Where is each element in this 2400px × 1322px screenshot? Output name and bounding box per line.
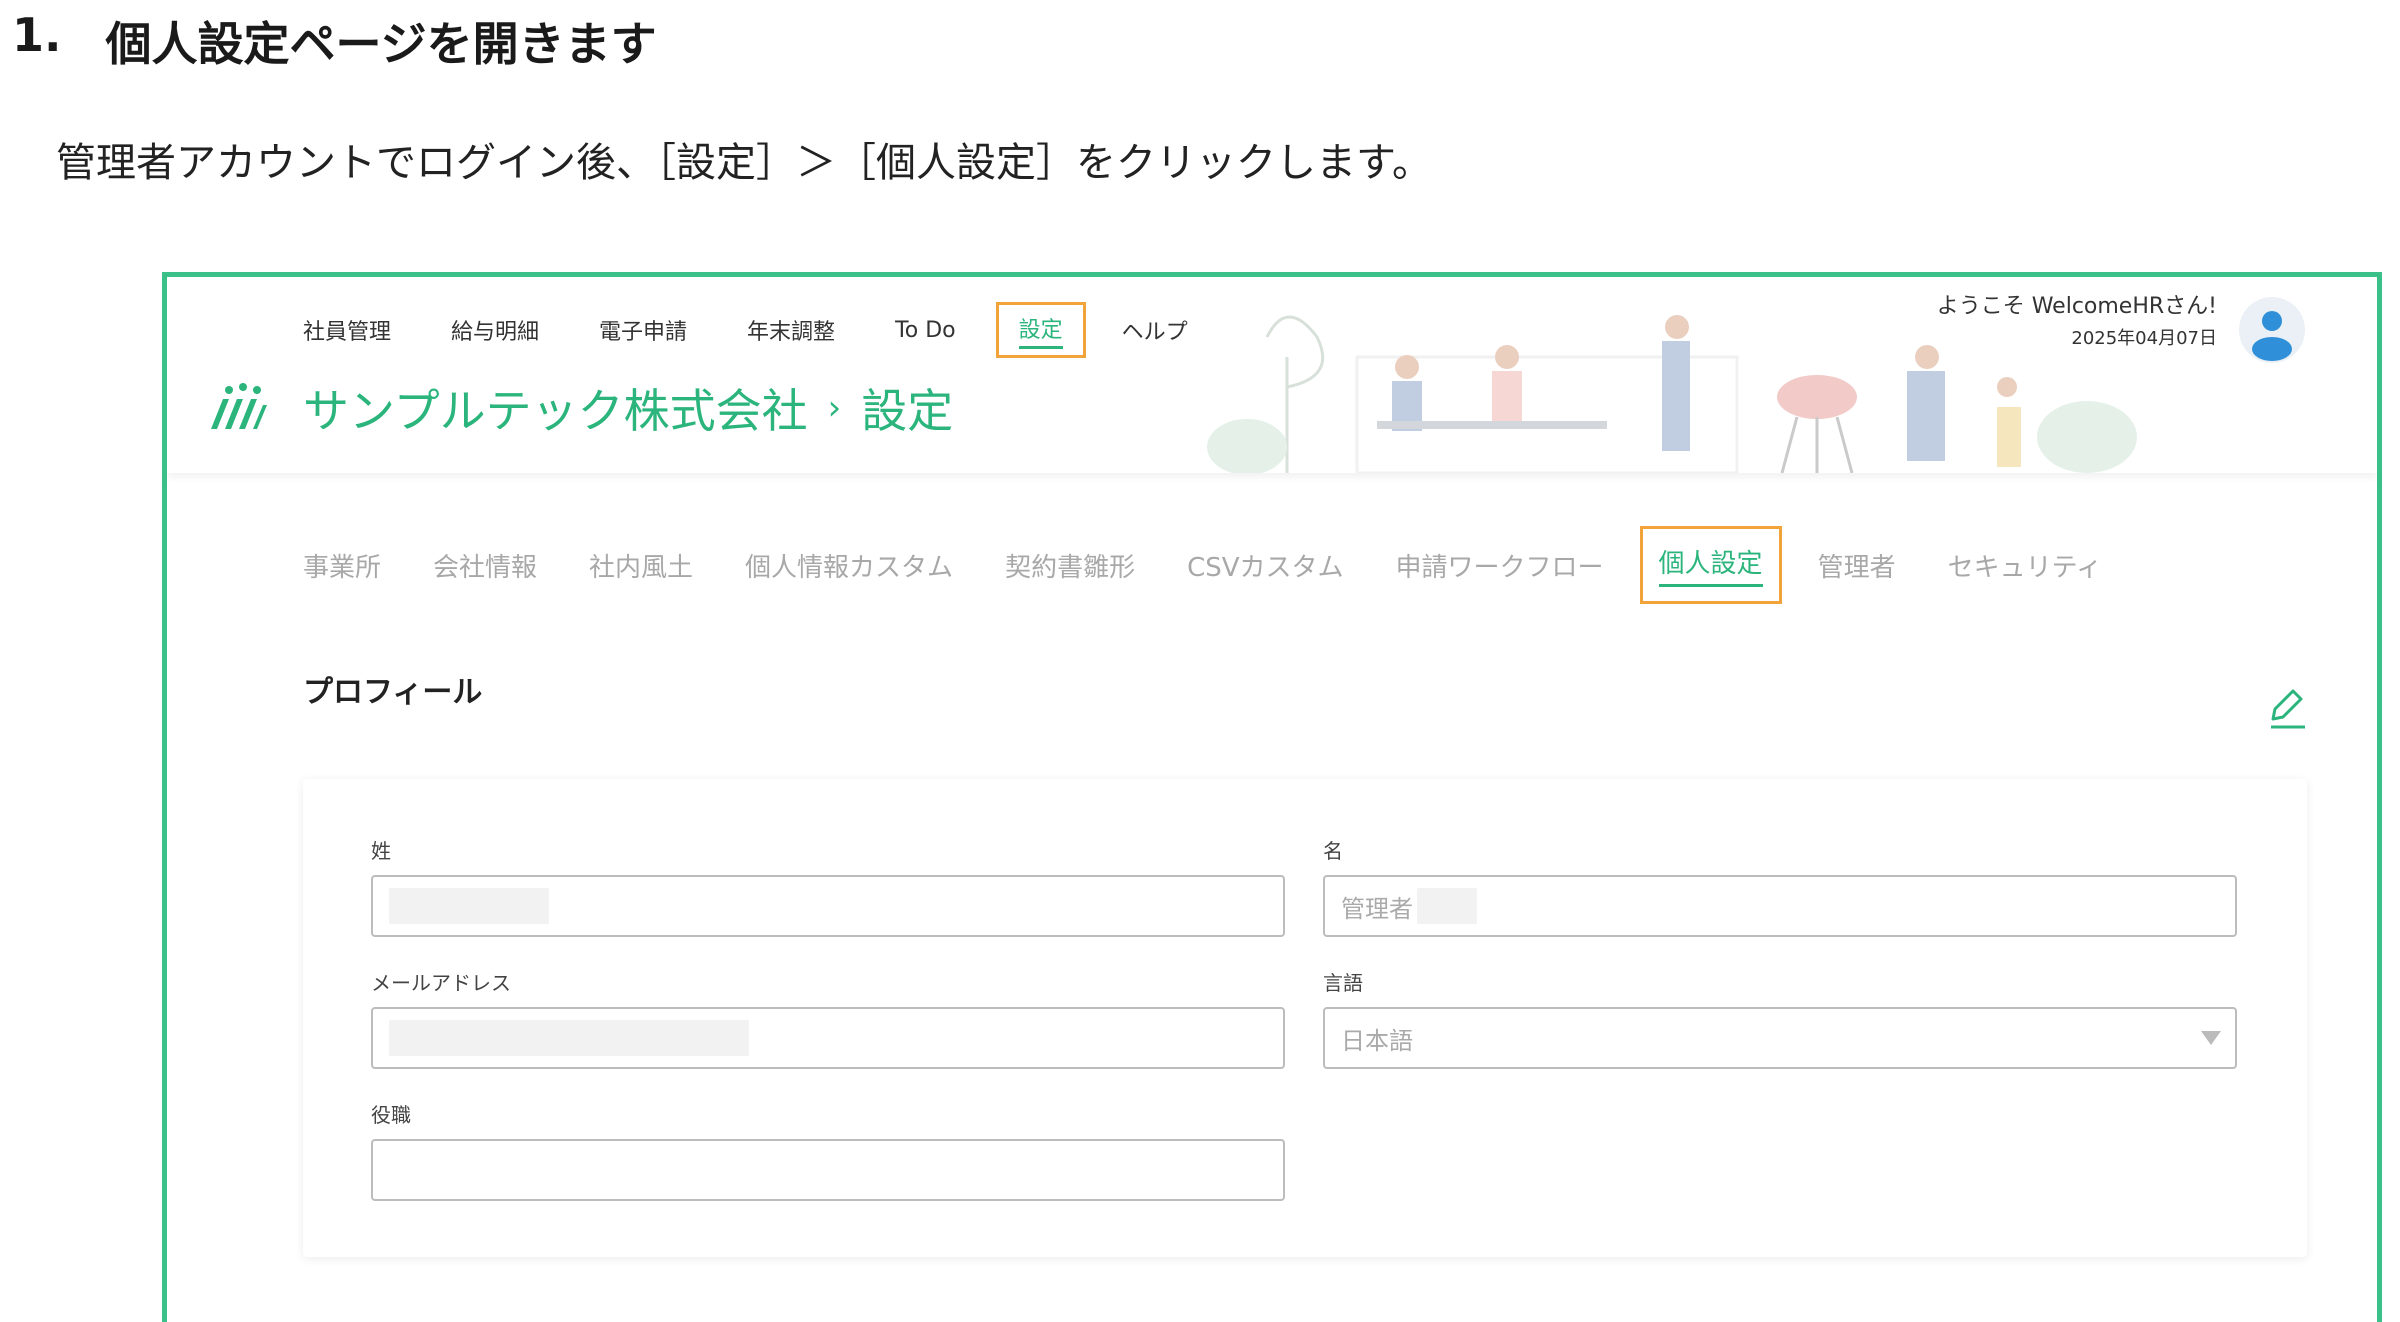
step-heading: 1. 個人設定ページを開きます bbox=[12, 8, 657, 74]
nav-label: ヘルプ bbox=[1121, 320, 1188, 345]
nav-label: To Do bbox=[895, 317, 956, 343]
first-name-value: 管理者 bbox=[1341, 894, 1413, 923]
tab-label: 社内風土 bbox=[589, 552, 694, 583]
tab-personal-settings[interactable]: 個人設定 bbox=[1639, 526, 1782, 604]
nav-label: 社員管理 bbox=[303, 320, 392, 345]
nav-help[interactable]: ヘルプ bbox=[1122, 305, 1188, 355]
step-description: 管理者アカウントでログイン後、［設定］＞［個人設定］をクリックします。 bbox=[56, 140, 1432, 186]
welcome-text: ようこそ WelcomeHRさん! bbox=[1936, 294, 2217, 319]
breadcrumb-separator: › bbox=[827, 388, 842, 428]
tab-administrators[interactable]: 管理者 bbox=[1818, 525, 1896, 605]
caret-down-icon bbox=[2201, 1031, 2221, 1045]
last-name-label: 姓 bbox=[371, 839, 391, 863]
step-title: 個人設定ページを開きます bbox=[105, 17, 657, 71]
breadcrumb: サンプルテック株式会社 › 設定 bbox=[303, 375, 953, 441]
tab-label: 申請ワークフロー bbox=[1395, 552, 1604, 583]
profile-section-title: プロフィール bbox=[303, 675, 483, 710]
tab-csv-custom[interactable]: CSVカスタム bbox=[1187, 525, 1343, 605]
nav-settings[interactable]: 設定 bbox=[995, 302, 1086, 358]
tab-label: 管理者 bbox=[1817, 552, 1896, 583]
language-value: 日本語 bbox=[1341, 1026, 1413, 1055]
app-header: 社員管理 給与明細 電子申請 年末調整 To Do 設定 ヘルプ サンプルテック… bbox=[167, 277, 2377, 473]
tab-label: 事業所 bbox=[303, 552, 382, 583]
tab-label: セキュリティ bbox=[1947, 552, 2103, 583]
first-name-label: 名 bbox=[1323, 839, 1343, 863]
tab-label: 個人設定 bbox=[1658, 543, 1763, 587]
nav-todo[interactable]: To Do bbox=[895, 305, 956, 355]
tab-personal-info-custom[interactable]: 個人情報カスタム bbox=[745, 525, 953, 605]
position-field[interactable] bbox=[371, 1139, 1285, 1201]
tab-company-info[interactable]: 会社情報 bbox=[433, 525, 537, 605]
first-name-field[interactable]: 管理者 bbox=[1323, 875, 2237, 937]
email-label: メールアドレス bbox=[371, 971, 511, 995]
tab-office[interactable]: 事業所 bbox=[303, 525, 381, 605]
tab-label: 個人情報カスタム bbox=[745, 552, 954, 583]
tab-label: 会社情報 bbox=[433, 552, 538, 583]
tab-application-workflow[interactable]: 申請ワークフロー bbox=[1396, 525, 1604, 605]
settings-tabs: 事業所 会社情報 社内風土 個人情報カスタム 契約書雛形 CSVカスタム 申請ワ… bbox=[303, 525, 2154, 605]
step-number: 1. bbox=[12, 8, 62, 62]
welcome-block: ようこそ WelcomeHRさん! 2025年04月07日 bbox=[1937, 291, 2217, 355]
nav-label: 年末調整 bbox=[747, 320, 836, 345]
top-navigation: 社員管理 給与明細 電子申請 年末調整 To Do 設定 ヘルプ bbox=[303, 302, 1248, 361]
email-field[interactable] bbox=[371, 1007, 1285, 1069]
nav-e-application[interactable]: 電子申請 bbox=[599, 305, 687, 355]
nav-label: 給与明細 bbox=[451, 320, 540, 345]
nav-label: 設定 bbox=[1018, 312, 1063, 349]
tab-company-culture[interactable]: 社内風土 bbox=[589, 525, 693, 605]
nav-payslip[interactable]: 給与明細 bbox=[451, 305, 539, 355]
tab-security[interactable]: セキュリティ bbox=[1948, 525, 2102, 605]
page-title: 設定 bbox=[861, 384, 954, 438]
nav-year-end-adjustment[interactable]: 年末調整 bbox=[747, 305, 835, 355]
position-label: 役職 bbox=[371, 1103, 411, 1127]
profile-card: 姓 名 管理者 メールアドレス 言語 日本語 役職 bbox=[303, 779, 2307, 1257]
company-logo-icon[interactable] bbox=[205, 377, 269, 433]
language-label: 言語 bbox=[1323, 971, 1363, 995]
tab-contract-templates[interactable]: 契約書雛形 bbox=[1005, 525, 1135, 605]
current-date: 2025年04月07日 bbox=[2071, 328, 2217, 349]
nav-employee-management[interactable]: 社員管理 bbox=[303, 305, 391, 355]
redacted-value bbox=[389, 1020, 749, 1056]
tab-label: 契約書雛形 bbox=[1005, 552, 1136, 583]
nav-label: 電子申請 bbox=[599, 320, 688, 345]
screenshot-frame: 社員管理 給与明細 電子申請 年末調整 To Do 設定 ヘルプ サンプルテック… bbox=[162, 272, 2382, 1322]
pencil-icon[interactable] bbox=[2265, 685, 2309, 731]
redacted-value bbox=[1417, 888, 1477, 924]
redacted-value bbox=[389, 888, 549, 924]
language-select[interactable]: 日本語 bbox=[1323, 1007, 2237, 1069]
user-avatar-icon[interactable] bbox=[2239, 297, 2305, 363]
last-name-field[interactable] bbox=[371, 875, 1285, 937]
tab-label: CSVカスタム bbox=[1187, 552, 1344, 583]
company-name[interactable]: サンプルテック株式会社 bbox=[303, 375, 808, 441]
